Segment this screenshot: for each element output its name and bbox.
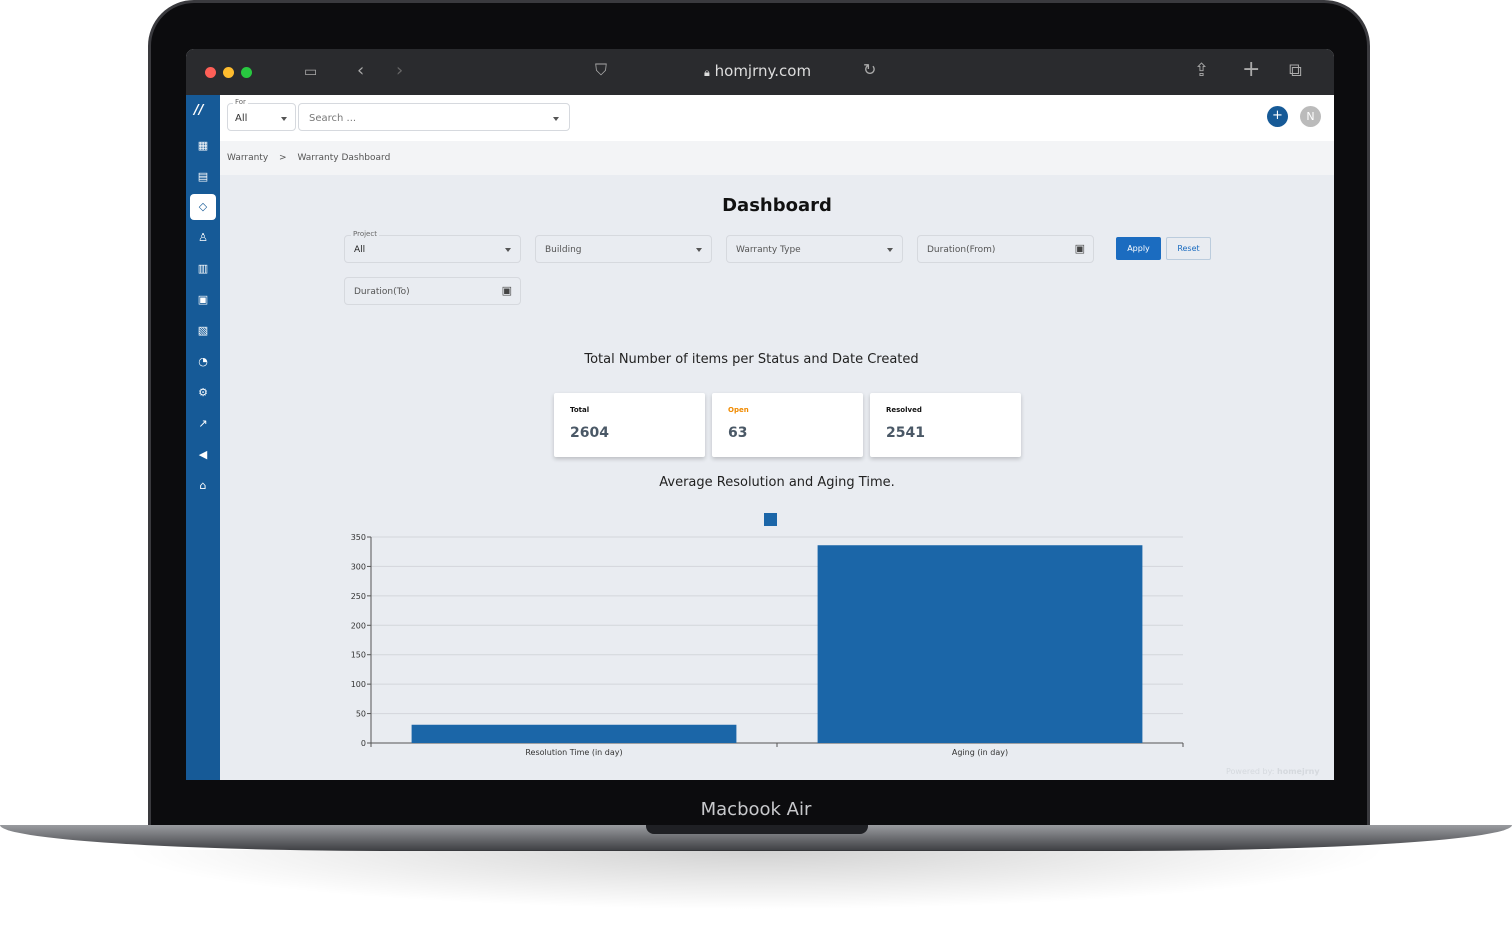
total-value: 2604 — [570, 425, 609, 441]
breadcrumb-warranty[interactable]: Warranty — [227, 153, 268, 163]
bar-chart: 0 50 100 150 200 250 300 350 Resolution Time (in… — [351, 513, 1184, 757]
device-model-label: Macbook Air — [700, 799, 812, 820]
chevron-down-icon — [281, 117, 287, 121]
status-heading: Total Number of items per Status and Dat… — [584, 352, 919, 367]
y-tick-label: 50 — [356, 710, 366, 719]
sidebar-item-files[interactable]: ▧ — [190, 318, 216, 344]
new-tab-icon[interactable]: + — [1242, 57, 1260, 82]
bar-1 — [817, 545, 1143, 743]
search-placeholder: Search ... — [309, 113, 357, 124]
y-tick-label: 0 — [361, 739, 366, 748]
laptop-notch — [646, 825, 868, 834]
y-tick-label: 350 — [351, 533, 366, 542]
back-icon[interactable]: ‹ — [357, 60, 364, 81]
total-label: Total — [570, 406, 590, 414]
shield-icon[interactable]: ⛉ — [595, 60, 607, 80]
y-tick-label: 200 — [351, 621, 366, 630]
sidebar-item-settings[interactable]: ⚙ — [190, 380, 216, 406]
open-label: Open — [728, 406, 749, 414]
logo: // — [194, 103, 204, 118]
for-label: For — [233, 98, 248, 106]
x-tick-label: Aging (in day) — [952, 748, 1008, 757]
for-value: All — [235, 113, 248, 124]
forward-icon[interactable]: › — [396, 60, 403, 81]
url-text: homjrny.com — [714, 62, 812, 80]
sidebar-item-analytics[interactable]: ↗ — [190, 411, 216, 437]
calendar-icon[interactable]: ▣ — [1075, 242, 1085, 255]
page-title: Dashboard — [722, 195, 832, 216]
project-label: Project — [351, 230, 379, 238]
chevron-down-icon — [553, 117, 559, 121]
building-select[interactable]: Building — [535, 235, 712, 263]
laptop-shadow — [120, 850, 1392, 910]
project-select[interactable]: Project All — [344, 230, 521, 263]
warranty-type-select[interactable]: Warranty Type — [726, 235, 903, 263]
open-value: 63 — [728, 425, 748, 441]
close-window-button[interactable] — [205, 67, 216, 78]
y-tick-label: 150 — [351, 651, 366, 660]
chevron-down-icon — [887, 248, 893, 252]
sidebar-item-reports[interactable]: ▥ — [190, 256, 216, 282]
duration-from-placeholder: Duration(From) — [927, 245, 996, 255]
tabs-icon[interactable]: ⧉ — [1289, 60, 1302, 81]
chevron-down-icon — [505, 248, 511, 252]
powered-by-brand: homejrny — [1277, 767, 1320, 776]
maximize-window-button[interactable] — [241, 67, 252, 78]
open-card: Open 63 — [712, 393, 863, 457]
bar-0 — [411, 724, 737, 743]
browser-toolbar: ▭ ‹ › ⛉ 🔒︎ homjrny.com ↻ ⇪ + ⧉ — [186, 49, 1334, 95]
sidebar-icon[interactable]: ▭ — [304, 64, 317, 80]
lock-icon: 🔒︎ — [704, 66, 710, 79]
warranty-type-placeholder: Warranty Type — [736, 245, 801, 255]
building-placeholder: Building — [545, 245, 582, 255]
y-tick-label: 250 — [351, 592, 366, 601]
y-tick-label: 300 — [351, 562, 366, 571]
avatar[interactable]: N — [1300, 106, 1321, 127]
legend-swatch — [764, 513, 777, 526]
powered-by: Powered by: homejrny — [1226, 767, 1320, 776]
duration-to-placeholder: Duration(To) — [354, 287, 410, 297]
resolved-label: Resolved — [886, 406, 922, 414]
chevron-down-icon — [696, 248, 702, 252]
minimize-window-button[interactable] — [223, 67, 234, 78]
y-tick-label: 100 — [351, 680, 366, 689]
apply-button[interactable]: Apply — [1116, 237, 1161, 260]
share-icon[interactable]: ⇪ — [1194, 60, 1209, 81]
sidebar-item-dashboard[interactable]: ▦ — [190, 133, 216, 159]
sidebar-item-announcements[interactable]: ◀ — [190, 442, 216, 468]
for-select[interactable]: For All — [227, 98, 296, 131]
breadcrumb: Warranty > Warranty Dashboard — [220, 141, 1334, 175]
breadcrumb-separator: > — [279, 153, 287, 163]
resolved-value: 2541 — [886, 425, 925, 441]
resolved-card: Resolved 2541 — [870, 393, 1021, 457]
reload-icon[interactable]: ↻ — [863, 60, 876, 79]
add-button[interactable]: + — [1267, 106, 1288, 127]
x-tick-label: Resolution Time (in day) — [525, 748, 622, 757]
sidebar-item-buildings[interactable]: ▣ — [190, 287, 216, 313]
sidebar-item-documents[interactable]: ▤ — [190, 164, 216, 190]
powered-by-label: Powered by: — [1226, 767, 1275, 776]
reset-button[interactable]: Reset — [1166, 237, 1211, 260]
sidebar-item-users[interactable]: ♙ — [190, 225, 216, 251]
total-card: Total 2604 — [554, 393, 705, 457]
breadcrumb-warranty-dashboard: Warranty Dashboard — [297, 153, 391, 163]
search-input[interactable]: Search ... — [298, 103, 570, 131]
chart-title: Average Resolution and Aging Time. — [659, 475, 895, 490]
calendar-icon[interactable]: ▣ — [502, 284, 512, 297]
screen: ▭ ‹ › ⛉ 🔒︎ homjrny.com ↻ ⇪ + ⧉ // ▦ ▤ ◇ … — [186, 49, 1334, 780]
project-value: All — [354, 245, 366, 255]
duration-from-input[interactable]: Duration(From) ▣ — [917, 235, 1094, 263]
top-bar: For All Search ... + N — [220, 95, 1334, 141]
url-bar[interactable]: 🔒︎ homjrny.com — [704, 62, 811, 80]
duration-to-input[interactable]: Duration(To) ▣ — [344, 277, 521, 305]
